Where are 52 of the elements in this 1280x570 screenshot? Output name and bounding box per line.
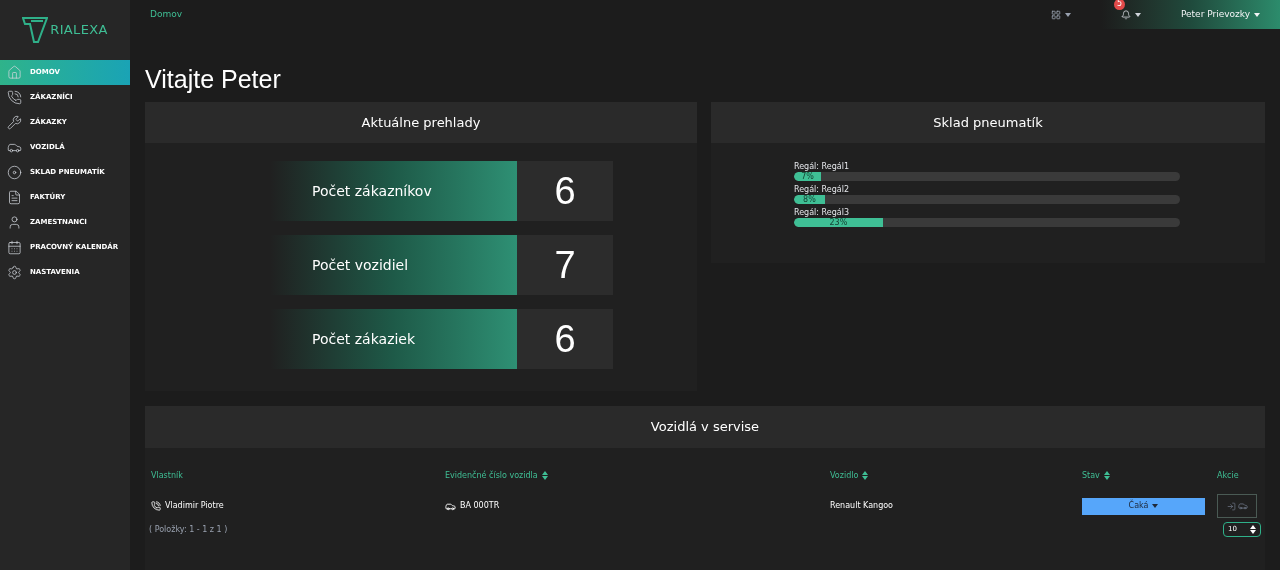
car-icon — [1237, 501, 1248, 511]
caret-icon — [1254, 12, 1260, 17]
check-in-button[interactable] — [1217, 494, 1257, 518]
rack-label: Regál: Regál1 — [794, 162, 850, 172]
status-dropdown[interactable]: Čaká — [1082, 497, 1205, 515]
stat-value: 6 — [517, 309, 613, 369]
rack-label: Regál: Regál2 — [794, 185, 850, 195]
caret-icon — [1134, 12, 1141, 17]
table-cell: Renault Kangoo — [830, 494, 1082, 518]
notifications-button[interactable] — [1120, 9, 1141, 20]
grid-icon — [1050, 9, 1061, 20]
phone-icon — [7, 90, 22, 105]
column-header[interactable]: Evidenčné číslo vozidla — [445, 470, 830, 494]
column-header[interactable]: Stav — [1082, 470, 1217, 494]
sort-icon — [1103, 471, 1110, 480]
page-title: Vitajte Peter — [145, 67, 282, 92]
phone-icon — [151, 501, 161, 511]
person-icon — [7, 215, 22, 230]
progress-fill: 7% — [794, 172, 821, 181]
panel-header: Aktuálne prehlady — [145, 102, 697, 143]
logo-icon — [22, 16, 49, 44]
house-icon — [7, 65, 22, 80]
progress-fill: 23% — [794, 218, 883, 227]
panel-header: Vozidlá v servise — [145, 406, 1265, 448]
stat-value: 7 — [517, 235, 613, 295]
panel-header: Sklad pneumatík — [711, 102, 1265, 143]
document-icon — [7, 190, 22, 205]
caret-icon — [1152, 504, 1159, 508]
bell-icon — [1120, 9, 1131, 20]
sort-icon — [1250, 525, 1256, 534]
sort-icon — [862, 471, 869, 480]
breadcrumb-link[interactable]: Domov — [150, 7, 183, 22]
column-header[interactable]: Vozidlo — [830, 470, 1082, 494]
progress-fill: 8% — [794, 195, 825, 204]
tire-icon — [7, 165, 22, 180]
settings-icon — [7, 265, 22, 280]
column-header: Akcie — [1217, 470, 1265, 494]
caret-icon — [1064, 12, 1071, 17]
calendar-icon — [7, 240, 22, 255]
rack-label: Regál: Regál3 — [794, 208, 850, 218]
table-cell: BA 000TR — [460, 500, 500, 512]
logo-text: RIALEXA — [50, 21, 108, 40]
wrench-icon — [7, 115, 22, 130]
stat-value: 6 — [517, 161, 613, 221]
apps-menu-button[interactable] — [1050, 9, 1071, 20]
sign-in-icon — [1226, 501, 1236, 511]
table-cell: Vladimir Piotre — [165, 500, 224, 512]
notification-badge: 5 — [1113, 0, 1125, 10]
user-menu[interactable]: Peter Prievozky — [1180, 7, 1260, 22]
column-header: Vlastník — [145, 470, 445, 494]
sort-icon — [541, 471, 548, 480]
pagination-info: ( Položky: 1 - 1 z 1 ) — [149, 523, 228, 536]
